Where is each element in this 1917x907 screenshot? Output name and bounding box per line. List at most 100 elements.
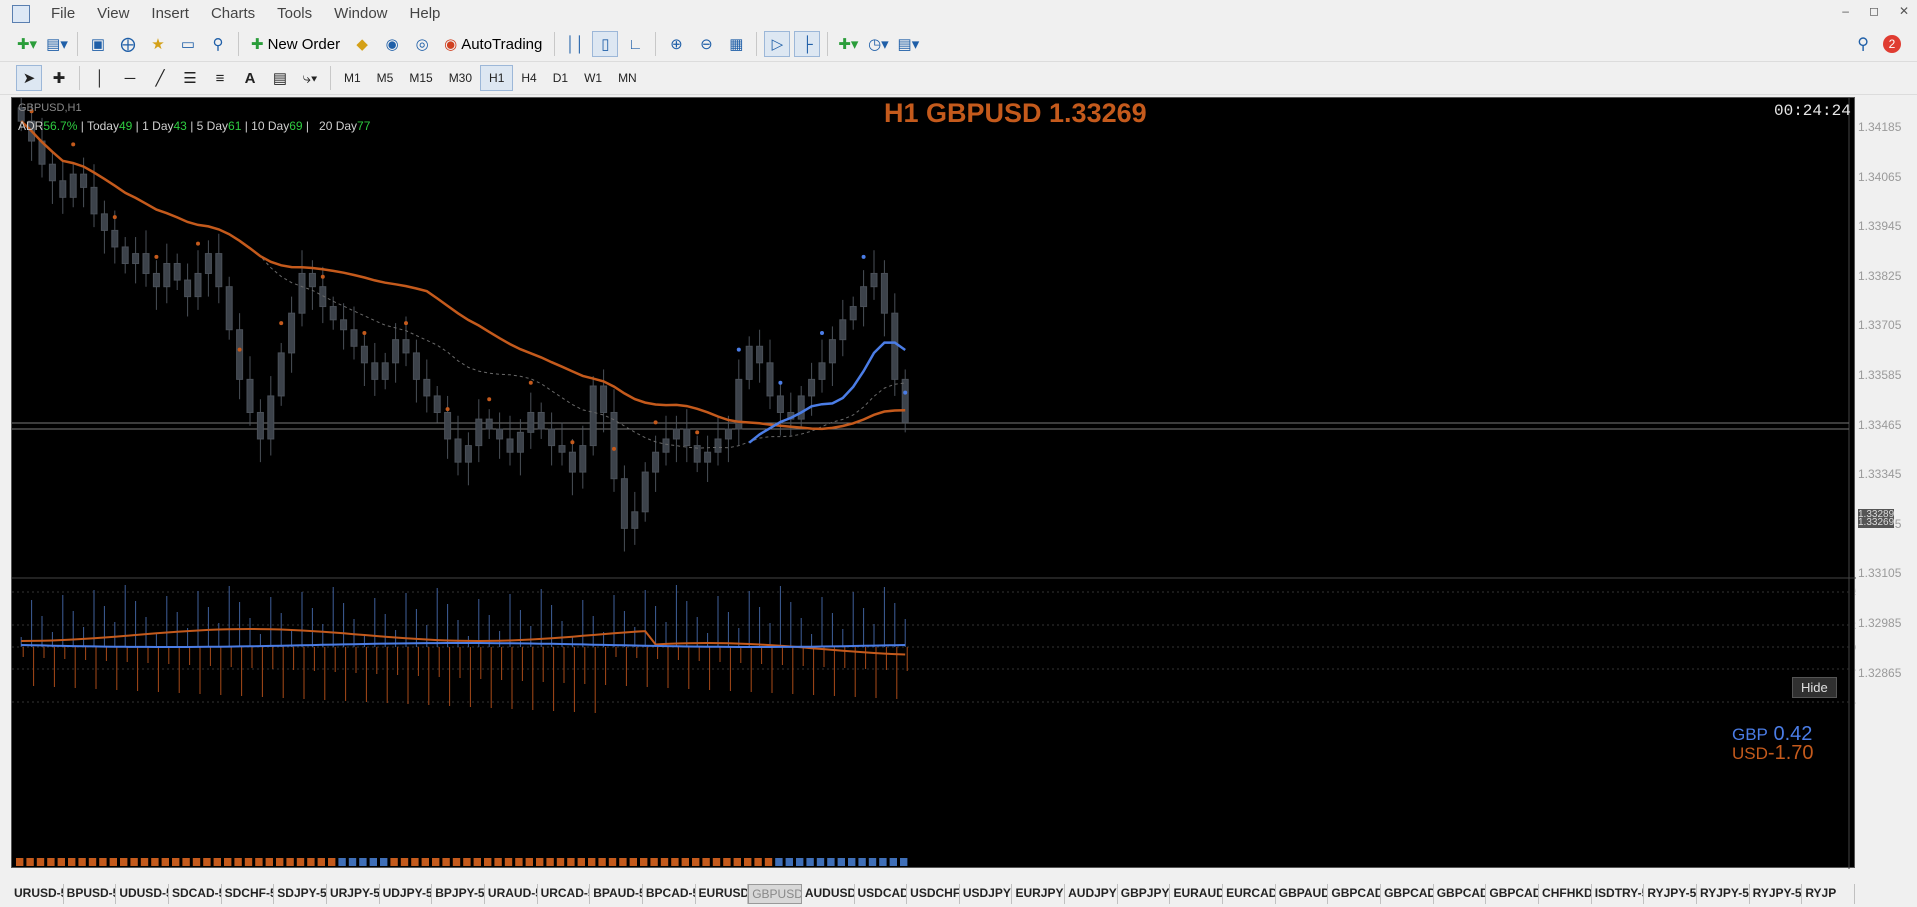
search-icon[interactable]: ⚲ xyxy=(1857,34,1869,54)
chart-tab[interactable]: GBPCAD xyxy=(1381,884,1434,904)
text-label-icon[interactable]: ▤ xyxy=(267,65,293,91)
chart-tab[interactable]: GBPAUD xyxy=(1276,884,1329,904)
menu-view[interactable]: View xyxy=(86,5,140,22)
chart-tab[interactable]: GBPCAD xyxy=(1328,884,1382,904)
chart-tab[interactable]: RYJPY-5 xyxy=(1697,884,1750,904)
candle-body xyxy=(610,411,618,480)
chart-tab[interactable]: AUDJPY xyxy=(1065,884,1118,904)
candlestick-icon[interactable]: ▯ xyxy=(592,31,619,57)
chart-tab[interactable]: URAUD-5 xyxy=(485,884,538,904)
tf-h4[interactable]: H4 xyxy=(513,66,544,90)
chart-window[interactable]: 50 20 0 -20 -50 GBPUSD,H1 ADR56.7% | Today49… xyxy=(11,97,1901,869)
chart-tab[interactable]: EURUSD xyxy=(696,884,749,904)
horizontal-line-icon[interactable]: ─ xyxy=(117,65,143,91)
data-window-icon[interactable]: ⨁ xyxy=(115,31,141,57)
trendline-icon[interactable]: ╱ xyxy=(147,65,173,91)
close-icon[interactable]: ✕ xyxy=(1899,4,1909,18)
text-icon[interactable]: A xyxy=(237,65,263,91)
menu-insert[interactable]: Insert xyxy=(140,5,200,22)
menu-window[interactable]: Window xyxy=(323,5,398,22)
tf-m1[interactable]: M1 xyxy=(336,66,369,90)
chart-tab[interactable]: SDJPY-5 xyxy=(274,884,327,904)
line-chart-icon[interactable]: ∟ xyxy=(622,31,648,57)
templates-icon[interactable]: ▤▾ xyxy=(895,31,921,57)
new-order-button[interactable]: ✚ New Order xyxy=(246,31,345,57)
chart-shift-icon[interactable]: ├ xyxy=(794,31,821,57)
chart-tab[interactable]: RYJP xyxy=(1802,884,1855,904)
chart-tab[interactable]: BPAUD-5 xyxy=(590,884,643,904)
cursor-icon[interactable]: ➤ xyxy=(16,65,42,91)
minimize-icon[interactable]: – xyxy=(1842,4,1849,18)
restore-icon[interactable]: ◻ xyxy=(1869,4,1879,18)
profiles-icon[interactable]: ▤▾ xyxy=(44,31,70,57)
chart-tab[interactable]: AUDUSD xyxy=(802,884,855,904)
menu-help[interactable]: Help xyxy=(399,5,452,22)
menu-charts[interactable]: Charts xyxy=(200,5,266,22)
chart-tab[interactable]: UDUSD-5 xyxy=(116,884,169,904)
vertical-line-icon[interactable]: │ xyxy=(87,65,113,91)
chart-tab[interactable]: ISDTRY-5 xyxy=(1592,884,1645,904)
chart-tab[interactable]: URUSD-5 xyxy=(11,884,64,904)
chart-tab[interactable]: GBPCAD xyxy=(1434,884,1487,904)
signal-marker xyxy=(244,858,253,866)
tf-m30[interactable]: M30 xyxy=(441,66,480,90)
zoom-out-icon[interactable]: ⊖ xyxy=(693,31,719,57)
chart-tab[interactable]: URCAD-5 xyxy=(538,884,591,904)
chart-tab[interactable]: USDCAD xyxy=(855,884,908,904)
bar-chart-icon[interactable]: ││ xyxy=(562,31,588,57)
fractal-dot xyxy=(445,407,450,412)
chart-tab[interactable]: EURAUD xyxy=(1170,884,1224,904)
new-chart-icon[interactable]: ✚▾ xyxy=(14,31,40,57)
tf-d1[interactable]: D1 xyxy=(545,66,576,90)
tile-windows-icon[interactable]: ▦ xyxy=(723,31,749,57)
tf-w1[interactable]: W1 xyxy=(576,66,610,90)
chart-tab[interactable]: GBPCAD xyxy=(1486,884,1540,904)
chart-tab[interactable]: SDCAD-5 xyxy=(169,884,222,904)
autotrading-button[interactable]: ◉ AutoTrading xyxy=(439,31,547,57)
signal-marker xyxy=(172,858,180,866)
chart-tab[interactable]: BPJPY-5 xyxy=(432,884,485,904)
autoscroll-icon[interactable]: ▷ xyxy=(764,31,791,57)
chart-tab[interactable]: GBPUSD xyxy=(748,884,802,904)
chart-tab[interactable]: USDCHF xyxy=(907,884,960,904)
chart-tab[interactable]: BPUSD-5 xyxy=(64,884,117,904)
terminal-icon[interactable]: ▭ xyxy=(175,31,201,57)
chart-tab[interactable]: URJPY-5 xyxy=(327,884,380,904)
periods-icon[interactable]: ◷▾ xyxy=(865,31,891,57)
chart-tab[interactable]: EURCAD xyxy=(1223,884,1276,904)
chart-tab[interactable]: USDJPY xyxy=(960,884,1013,904)
chart-tab[interactable]: SDCHF-5 xyxy=(222,884,275,904)
tf-m15[interactable]: M15 xyxy=(401,66,440,90)
metaeditor-icon[interactable]: ◆ xyxy=(349,31,375,57)
chart-tab[interactable]: EURJPY xyxy=(1012,884,1066,904)
tf-m5[interactable]: M5 xyxy=(369,66,402,90)
chart-tab[interactable]: UDJPY-5 xyxy=(380,884,433,904)
navigator-icon[interactable]: ★ xyxy=(145,31,171,57)
hide-button[interactable]: Hide xyxy=(1792,677,1837,698)
chart-tab[interactable]: RYJPY-5 xyxy=(1644,884,1697,904)
signal-marker xyxy=(390,858,398,866)
chart-tab[interactable]: BPCAD-5 xyxy=(643,884,696,904)
signals-icon[interactable]: ◉ xyxy=(379,31,405,57)
arrows-icon[interactable]: ⤷▾ xyxy=(297,65,323,91)
market-watch-icon[interactable]: ▣ xyxy=(85,31,111,57)
fibonacci-icon[interactable]: ≡ xyxy=(207,65,233,91)
price-chart[interactable]: 50 20 0 -20 -50 xyxy=(12,98,1856,869)
candle-body xyxy=(246,378,254,413)
chart-tab[interactable]: RYJPY-5 xyxy=(1750,884,1803,904)
tf-h1[interactable]: H1 xyxy=(480,65,514,91)
indicators-icon[interactable]: ✚▾ xyxy=(835,31,861,57)
zoom-in-icon[interactable]: ⊕ xyxy=(663,31,689,57)
main-toolbar: ✚▾ ▤▾ ▣ ⨁ ★ ▭ ⚲ ✚ New Order ◆ ◉ ◎ ◉ Auto… xyxy=(0,27,1917,62)
fractal-dot xyxy=(612,446,616,451)
tester-icon[interactable]: ⚲ xyxy=(205,31,231,57)
market-icon[interactable]: ◎ xyxy=(409,31,435,57)
crosshair-icon[interactable]: ✚ xyxy=(46,65,72,91)
chart-tab[interactable]: GBPJPY xyxy=(1118,884,1171,904)
chart-tab[interactable]: CHFHKD xyxy=(1539,884,1592,904)
menu-tools[interactable]: Tools xyxy=(266,5,323,22)
notifications-badge[interactable]: 2 xyxy=(1883,35,1901,53)
channel-icon[interactable]: ☰ xyxy=(177,65,203,91)
tf-mn[interactable]: MN xyxy=(610,66,645,90)
menu-file[interactable]: File xyxy=(40,5,86,22)
